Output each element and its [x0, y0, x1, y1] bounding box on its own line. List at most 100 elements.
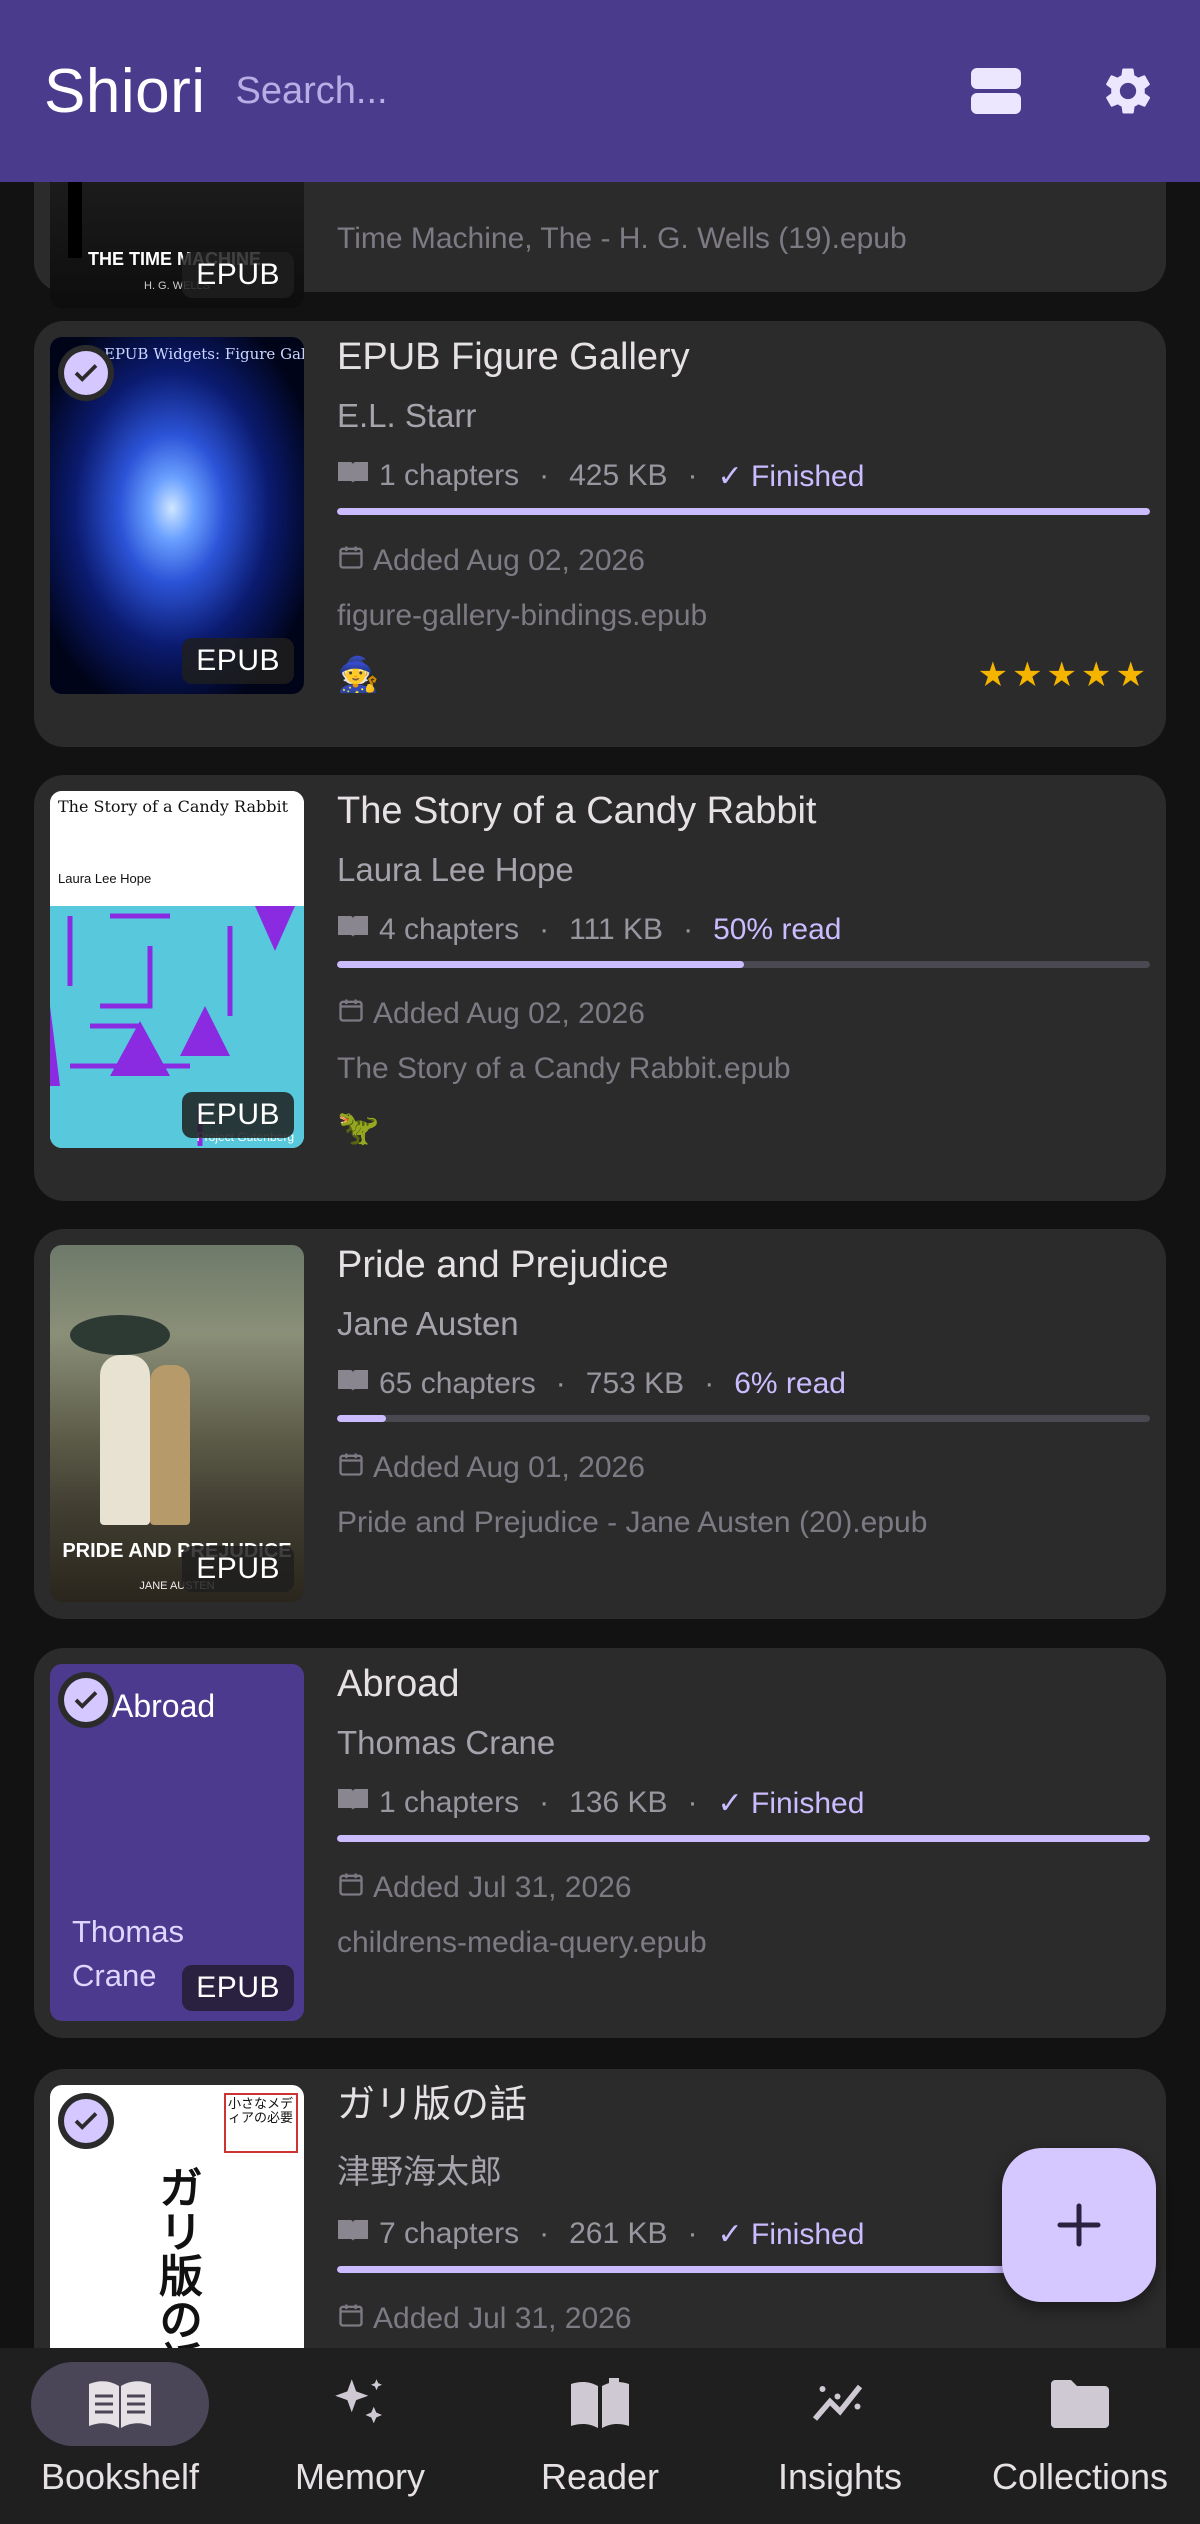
chapter-count: 4 chapters: [379, 912, 520, 946]
reading-progress-bar: [337, 960, 1150, 968]
nav-label: Insights: [777, 2456, 903, 2497]
plus-icon: [1057, 2203, 1101, 2247]
nav-bookshelf[interactable]: Bookshelf: [10, 2348, 230, 2498]
top-app-bar: Shiori: [0, 0, 1200, 182]
added-date: Added Aug 01, 2026: [373, 1450, 645, 1484]
nav-label: Collections: [991, 2456, 1169, 2497]
calendar-icon: [337, 2301, 365, 2337]
trend-chart-icon: [812, 2384, 863, 2421]
chapters-icon: [337, 1367, 369, 1401]
file-name: figure-gallery-bindings.epub: [337, 598, 708, 632]
settings-gear-icon[interactable]: [1100, 63, 1156, 119]
file-size: 425 KB: [569, 459, 668, 493]
reader-book-icon: [571, 2378, 629, 2428]
file-size: 753 KB: [585, 1366, 685, 1400]
format-badge: EPUB: [182, 638, 294, 684]
read-status: 50% read: [713, 912, 842, 946]
book-cover: 小さなメディアの必要 ガリ版の話: [50, 2085, 304, 2348]
reading-progress-bar: [337, 1834, 1150, 1842]
book-card[interactable]: PRIDE AND PREJUDICE JANE AUSTEN EPUB Pri…: [34, 1229, 1166, 1619]
file-size: 261 KB: [569, 2217, 668, 2251]
book-open-icon: [89, 2381, 151, 2428]
selected-check-icon[interactable]: [58, 1672, 114, 1728]
book-title: ガリ版の話: [337, 2084, 528, 2126]
book-title: EPUB Figure Gallery: [337, 336, 690, 378]
chapter-count: 65 chapters: [379, 1366, 536, 1400]
file-name: The Story of a Candy Rabbit.epub: [337, 1051, 791, 1085]
chapters-icon: [337, 1786, 369, 1820]
format-badge: EPUB: [182, 1092, 294, 1138]
book-list[interactable]: THE TIME MACHINE H. G. WELLS EPUB Time M…: [0, 182, 1200, 2348]
added-date: Added Aug 02, 2026: [373, 543, 645, 577]
book-cover: Abroad Thomas Crane EPUB: [50, 1664, 304, 2021]
chapter-count: 7 chapters: [379, 2217, 520, 2251]
nav-memory[interactable]: Memory: [250, 2348, 470, 2498]
book-title: Abroad: [337, 1663, 460, 1705]
selected-check-icon[interactable]: [58, 345, 114, 401]
sparkles-icon: [335, 2379, 382, 2424]
book-cover: EPUB Widgets: Figure Gallery EPUB: [50, 337, 304, 694]
read-status: 6% read: [734, 1366, 846, 1400]
cover-title: Abroad: [112, 1688, 216, 1724]
file-size: 136 KB: [569, 1786, 668, 1820]
book-author: Jane Austen: [337, 1304, 519, 1342]
dinosaur-emoji-icon: 🦖: [337, 1108, 380, 1147]
nav-collections[interactable]: Collections: [970, 2348, 1190, 2498]
cover-title: The Story of a Candy Rabbit: [58, 797, 289, 816]
reading-progress-bar: [337, 1414, 1150, 1422]
chapters-icon: [337, 459, 369, 493]
read-status: ✓ Finished: [717, 1786, 865, 1820]
book-title: Pride and Prejudice: [337, 1244, 669, 1286]
book-card[interactable]: EPUB Widgets: Figure Gallery EPUB EPUB F…: [34, 321, 1166, 747]
selected-check-icon[interactable]: [58, 2093, 114, 2149]
folder-icon: [1051, 2380, 1109, 2428]
calendar-icon: [337, 543, 365, 579]
wizard-emoji-icon: 🧙: [337, 655, 380, 694]
added-date: Added Jul 31, 2026: [373, 1870, 632, 1904]
view-toggle-icon[interactable]: [968, 63, 1024, 119]
cover-title: ガリ版の話: [152, 2165, 201, 2348]
nav-label: Reader: [540, 2456, 660, 2497]
book-cover: PRIDE AND PREJUDICE JANE AUSTEN EPUB: [50, 1245, 304, 1602]
file-name: childrens-media-query.epub: [337, 1925, 707, 1959]
book-author: Laura Lee Hope: [337, 850, 574, 888]
nav-label: Memory: [294, 2456, 425, 2497]
add-book-button[interactable]: [1002, 2148, 1156, 2302]
book-cover: THE TIME MACHINE H. G. WELLS EPUB: [50, 182, 304, 308]
bottom-navigation: Bookshelf Memory Reader Insights Collect…: [0, 2348, 1200, 2524]
chapters-icon: [337, 913, 369, 947]
cover-title: EPUB Widgets: Figure Gallery: [104, 345, 304, 363]
nav-label: Bookshelf: [40, 2456, 200, 2497]
format-badge: EPUB: [182, 252, 294, 298]
cover-author: Thomas Crane: [72, 1914, 184, 1993]
file-size: 111 KB: [569, 912, 664, 946]
nav-reader[interactable]: Reader: [490, 2348, 710, 2498]
calendar-icon: [337, 1450, 365, 1486]
chapters-icon: [337, 2217, 369, 2251]
calendar-icon: [337, 996, 365, 1032]
read-status: ✓ Finished: [717, 2217, 865, 2251]
book-author: Thomas Crane: [337, 1723, 556, 1761]
book-cover: The Story of a Candy Rabbit Laura Lee Ho…: [50, 791, 304, 1148]
nav-insights[interactable]: Insights: [730, 2348, 950, 2498]
search-input[interactable]: [235, 69, 836, 113]
chapter-count: 1 chapters: [379, 1786, 520, 1820]
read-status: ✓ Finished: [717, 459, 865, 493]
format-badge: EPUB: [182, 1546, 294, 1592]
file-name: Pride and Prejudice - Jane Austen (20).e…: [337, 1505, 928, 1539]
book-card[interactable]: THE TIME MACHINE H. G. WELLS EPUB Time M…: [34, 182, 1166, 308]
reading-progress-bar: [337, 507, 1150, 515]
chapter-count: 1 chapters: [379, 459, 520, 493]
cover-author: Laura Lee Hope: [58, 871, 152, 886]
book-card[interactable]: 小さなメディアの必要 ガリ版の話 ガリ版の話 津野海太郎 7 chapters …: [34, 2069, 1166, 2348]
format-badge: EPUB: [182, 1965, 294, 2011]
rating-stars[interactable]: ★★★★★: [978, 655, 1150, 695]
book-author: E.L. Starr: [337, 396, 477, 434]
book-card[interactable]: Abroad Thomas Crane EPUB Abroad Thomas C…: [34, 1648, 1166, 2038]
book-card[interactable]: The Story of a Candy Rabbit Laura Lee Ho…: [34, 775, 1166, 1201]
file-name: Time Machine, The - H. G. Wells (19).epu…: [337, 222, 907, 255]
added-date: Added Aug 02, 2026: [373, 996, 645, 1030]
book-title: The Story of a Candy Rabbit: [337, 790, 817, 832]
app-title: Shiori: [44, 56, 206, 126]
added-date: Added Jul 31, 2026: [373, 2301, 632, 2335]
